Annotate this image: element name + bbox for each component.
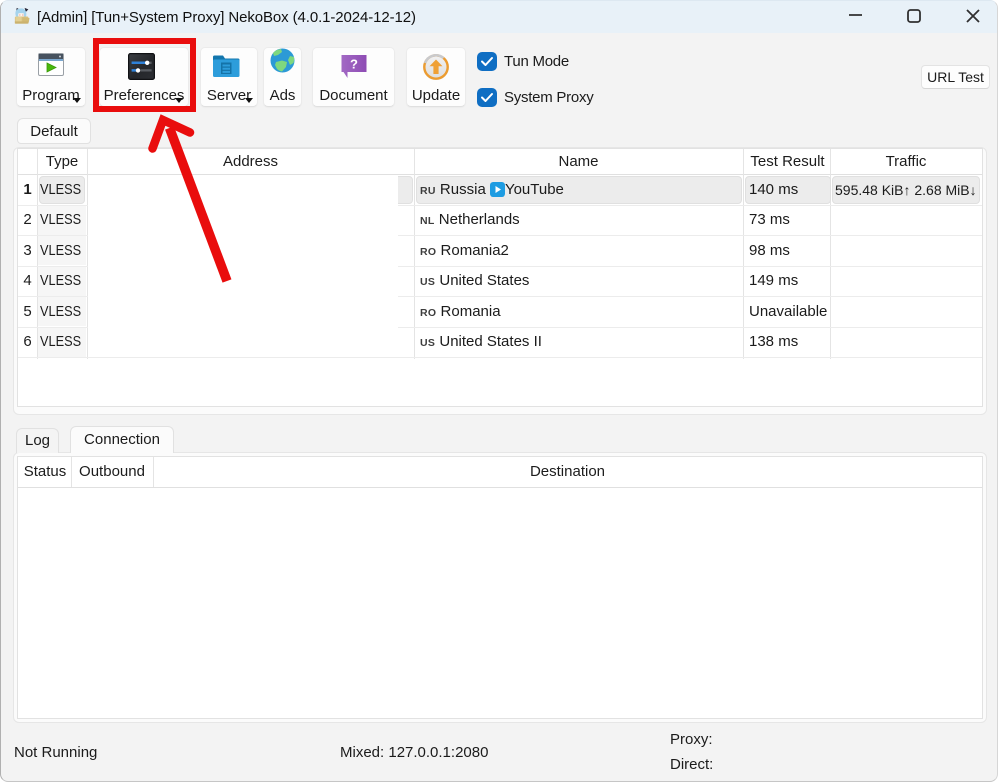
svg-text:?: ? bbox=[350, 57, 358, 72]
